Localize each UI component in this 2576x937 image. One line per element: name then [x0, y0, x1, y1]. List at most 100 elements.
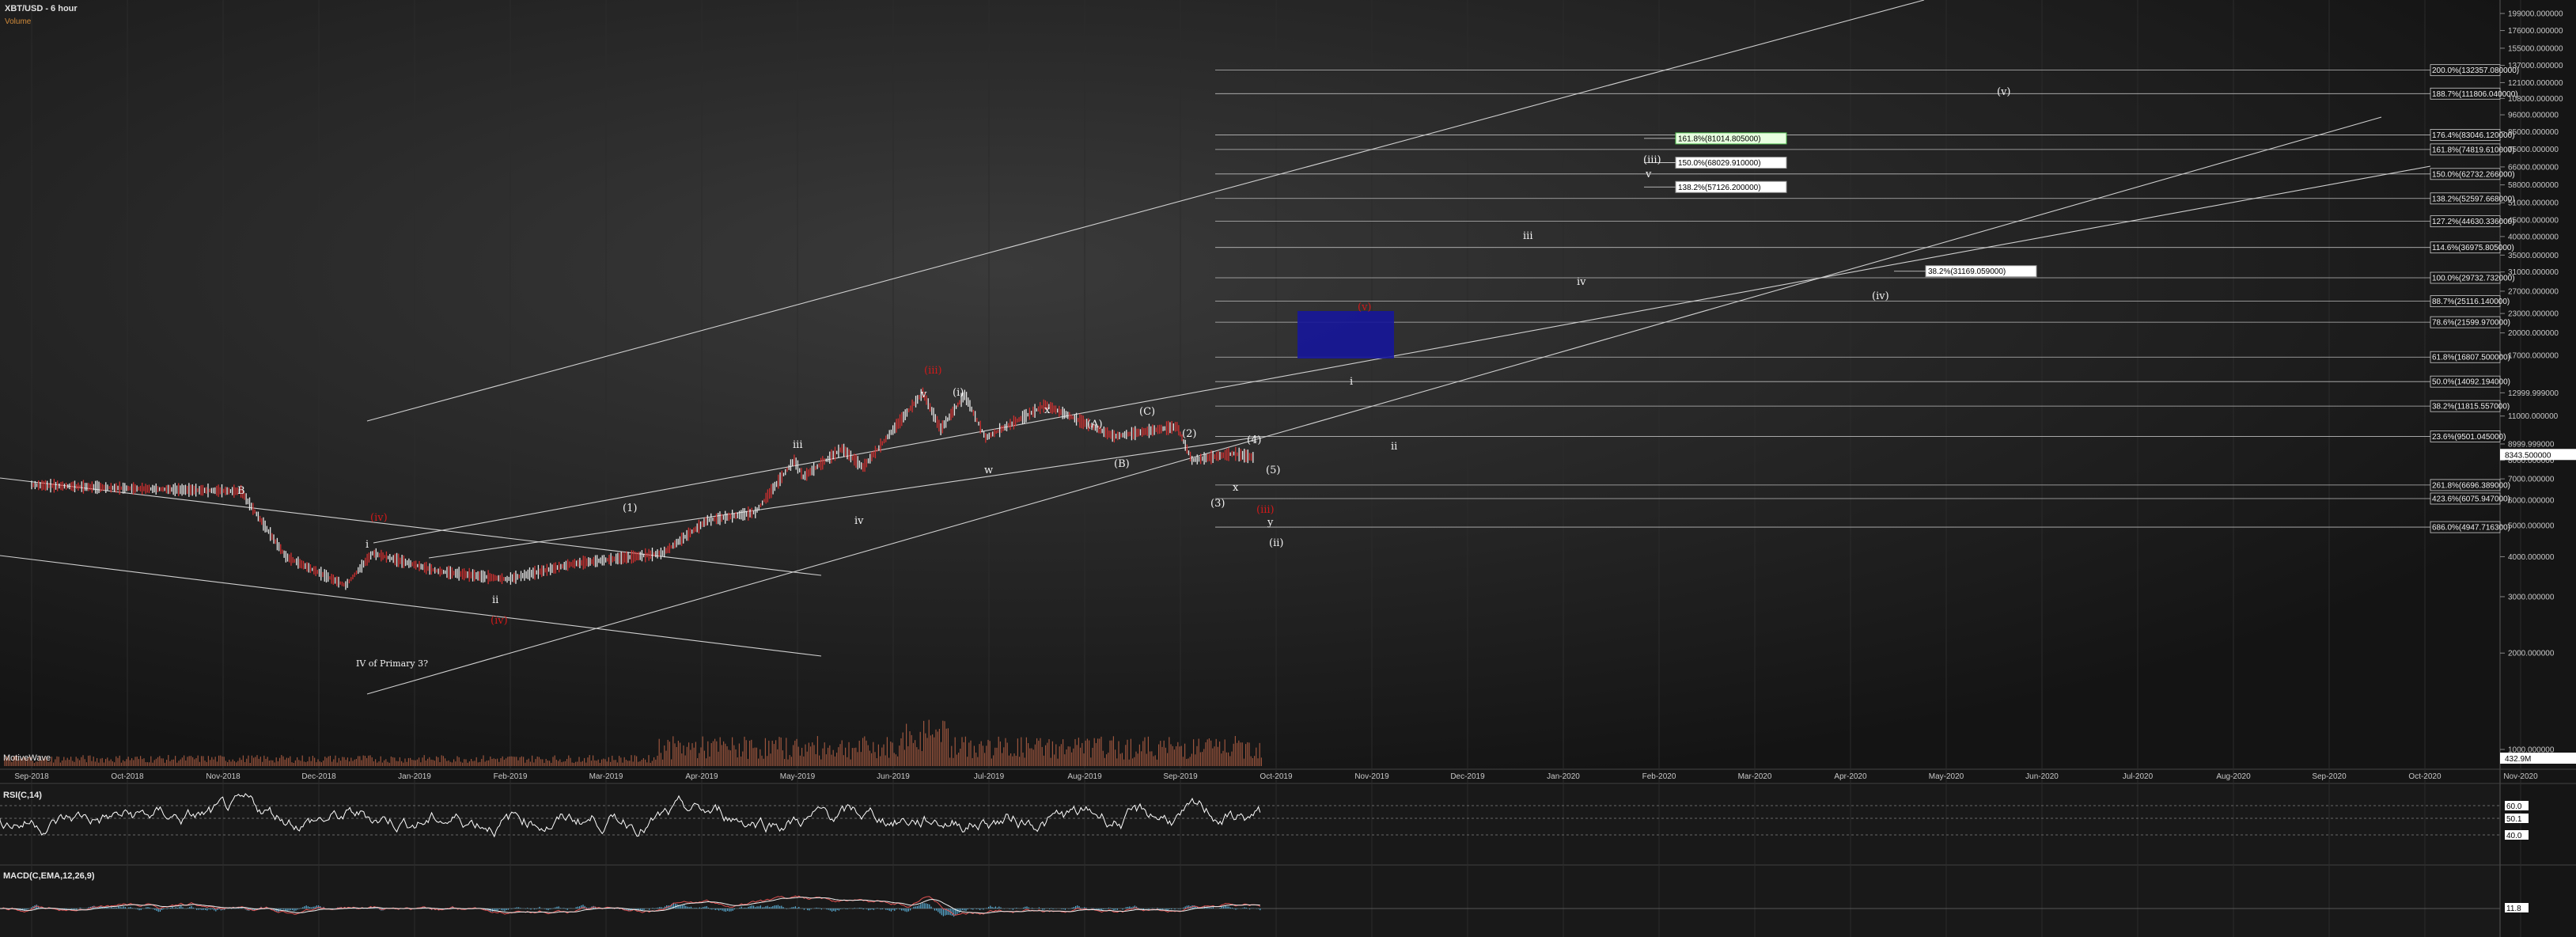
- chart-canvas[interactable]: 200.0%(132357.080000) 188.7%(111806.04000…: [0, 0, 2576, 937]
- price-tick-label: 155000.000000: [2508, 44, 2563, 53]
- time-tick-label: Mar-2020: [1738, 772, 1772, 781]
- time-tick-label: Nov-2020: [2503, 772, 2538, 781]
- time-tick-label: Jul-2019: [974, 772, 1005, 781]
- wave-label: y: [1267, 517, 1274, 529]
- fib-level-label: 261.8%(6696.389000): [2432, 481, 2510, 490]
- rsi-level-label: 60.0: [2506, 802, 2522, 811]
- time-tick-label: Oct-2019: [1260, 772, 1293, 781]
- fib-level-label: 61.8%(16807.500000): [2432, 354, 2510, 362]
- macd-value-label: 11.8: [2506, 905, 2521, 913]
- macd-pane[interactable]: [0, 866, 2500, 937]
- fib-level-label: 88.7%(25116.140000): [2432, 298, 2510, 306]
- fib-level-label: 78.6%(21599.970000): [2432, 319, 2510, 328]
- fib-level-label: 150.0%(62732.266000): [2432, 170, 2515, 179]
- wave-label: iv: [1577, 276, 1586, 288]
- price-tick-label: 137000.000000: [2508, 62, 2563, 70]
- wave-label-red: (v): [1358, 302, 1372, 313]
- time-tick-label: Jun-2020: [2025, 772, 2059, 781]
- wave-label: ii: [1391, 441, 1397, 453]
- price-tick-label: 121000.000000: [2508, 79, 2563, 88]
- fib-extension-label: 138.2%(57126.200000): [1678, 184, 1761, 192]
- price-tick-label: 23000.000000: [2508, 310, 2559, 319]
- fib-level-label: 138.2%(52597.668000): [2432, 195, 2515, 203]
- price-tick-label: 199000.000000: [2508, 10, 2563, 19]
- fib-level-label: 100.0%(29732.732000): [2432, 275, 2515, 283]
- price-pane[interactable]: [0, 0, 2500, 769]
- price-tick-label: 108000.000000: [2508, 95, 2563, 104]
- time-tick-label: Sep-2018: [14, 772, 49, 781]
- time-tick-label: Mar-2019: [589, 772, 623, 781]
- time-tick-label: Nov-2019: [1354, 772, 1389, 781]
- wave-label: (ii): [1269, 537, 1283, 549]
- wave-label: (iv): [1872, 290, 1889, 302]
- wave-label: (1): [623, 503, 637, 514]
- time-tick-label: Apr-2020: [1834, 772, 1867, 781]
- fib-extension-label: 150.0%(68029.910000): [1678, 159, 1761, 168]
- time-tick-label: May-2020: [1929, 772, 1964, 781]
- price-tick-label: 2000.000000: [2508, 650, 2555, 658]
- watermark: MotiveWave: [3, 753, 51, 763]
- wave-label: i: [366, 539, 369, 551]
- price-tick-label: 20000.000000: [2508, 329, 2559, 338]
- time-tick-label: Sep-2020: [2312, 772, 2347, 781]
- fib-level-label: 127.2%(44630.336000): [2432, 218, 2515, 226]
- time-tick-label: Aug-2020: [2216, 772, 2251, 781]
- time-tick-label: Oct-2018: [111, 772, 144, 781]
- wave-label: (3): [1210, 498, 1225, 510]
- price-tick-label: 31000.000000: [2508, 268, 2559, 277]
- fib-level-label: 176.4%(83046.120000): [2432, 131, 2515, 140]
- fib-extension-label: 161.8%(81014.805000): [1678, 135, 1761, 143]
- wave-label-red: (iii): [924, 365, 942, 377]
- symbol-title: XBT/USD - 6 hour: [5, 4, 78, 13]
- time-tick-label: Dec-2019: [1450, 772, 1485, 781]
- time-tick-label: Apr-2019: [685, 772, 718, 781]
- time-tick-label: Feb-2020: [1642, 772, 1676, 781]
- wave-label: B: [237, 485, 245, 497]
- time-tick-label: May-2019: [780, 772, 816, 781]
- fib-level-label: 188.7%(111806.040000): [2432, 90, 2518, 99]
- fib-level-label: 23.6%(9501.045000): [2432, 433, 2506, 442]
- wave-label: v: [1645, 169, 1652, 180]
- fib-extension-label: 38.2%(31169.059000): [1928, 267, 2006, 276]
- price-tick-label: 96000.000000: [2508, 112, 2559, 120]
- wave-label: iii: [1523, 230, 1532, 242]
- time-tick-label: Nov-2018: [206, 772, 241, 781]
- price-tick-label: 11000.000000: [2508, 412, 2559, 421]
- price-tick-label: 66000.000000: [2508, 163, 2559, 172]
- price-tick-label: 3000.000000: [2508, 593, 2555, 601]
- price-tick-label: 5000.000000: [2508, 522, 2555, 531]
- wave-label-red: (iii): [1256, 504, 1275, 516]
- fib-level-label: 114.6%(36975.805000): [2432, 244, 2514, 252]
- wave-label: w: [984, 465, 993, 476]
- price-tick-label: 58000.000000: [2508, 181, 2559, 190]
- price-tick-label: 85000.000000: [2508, 128, 2559, 137]
- fib-level-label: 38.2%(11815.557000): [2432, 403, 2510, 412]
- time-tick-label: Jan-2019: [398, 772, 431, 781]
- fib-level-label: 686.0%(4947.716300): [2432, 524, 2510, 533]
- wave-label: iii: [793, 439, 802, 451]
- wave-label: (i): [953, 387, 964, 399]
- wave-label: v: [920, 389, 927, 400]
- wave-label: (B): [1114, 458, 1130, 470]
- price-tick-label: 40000.000000: [2508, 233, 2559, 241]
- fib-level-label: 200.0%(132357.080000): [2432, 66, 2519, 75]
- wave-label: (A): [1087, 419, 1103, 431]
- rsi-pane[interactable]: [0, 785, 2500, 864]
- price-tick-label: 12999.999000: [2508, 389, 2559, 398]
- wave-label: i: [1350, 376, 1353, 388]
- wave-label: x: [1044, 404, 1051, 416]
- volume-label: Volume: [5, 17, 32, 26]
- time-tick-label: Sep-2019: [1163, 772, 1198, 781]
- time-tick-label: Feb-2019: [494, 772, 528, 781]
- volume-value-label: 432.9M: [2505, 755, 2531, 764]
- fib-level-label: 423.6%(6075.947000): [2432, 495, 2510, 503]
- wave-label: (2): [1182, 428, 1196, 440]
- price-tick-label: 176000.000000: [2508, 27, 2563, 36]
- price-tick-label: 51000.000000: [2508, 199, 2559, 208]
- wave-label: IV of Primary 3?: [356, 658, 428, 669]
- price-tick-label: 45000.000000: [2508, 217, 2559, 226]
- rsi-label: RSI(C,14): [3, 791, 42, 800]
- price-tick-label: 6000.000000: [2508, 497, 2555, 506]
- price-tick-label: 7000.000000: [2508, 476, 2555, 484]
- price-tick-label: 75000.000000: [2508, 146, 2559, 154]
